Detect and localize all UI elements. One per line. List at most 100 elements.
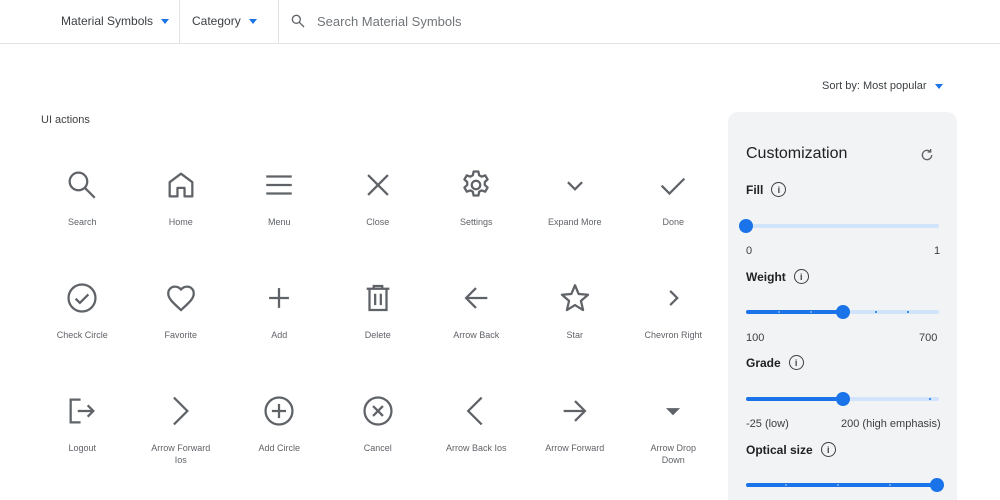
grade-max-label: 200 (high emphasis): [841, 418, 941, 430]
icon-tile-star[interactable]: Star: [526, 273, 625, 386]
divider: [278, 0, 279, 43]
arrow-back-icon: [464, 287, 488, 309]
icon-label: Arrow Back Ios: [445, 443, 507, 453]
slider-tick: [929, 398, 932, 400]
slider-tick: [778, 311, 781, 313]
done-icon: [661, 177, 686, 196]
icon-tile-favorite[interactable]: Favorite: [132, 273, 231, 386]
slider-tick: [906, 311, 909, 313]
check-circle-icon: [67, 283, 97, 313]
icon-tile-add[interactable]: Add: [230, 273, 329, 386]
icon-tile-arrow-forward-ios[interactable]: Arrow Forward Ios: [132, 386, 231, 499]
grade-slider-thumb[interactable]: [835, 392, 850, 406]
arrow-back-ios-icon: [466, 396, 483, 426]
icon-label: Arrow Forward: [545, 443, 605, 453]
icon-label: Close: [366, 217, 390, 227]
weight-slider[interactable]: [746, 305, 939, 319]
icon-label: Arrow Drop Down: [650, 443, 696, 465]
grade-min-label: -25 (low): [746, 418, 789, 430]
category-dropdown[interactable]: Category: [192, 0, 257, 42]
optical-size-slider[interactable]: [746, 478, 945, 492]
star-icon: [560, 284, 589, 312]
icon-label: Cancel: [363, 443, 392, 453]
icon-tile-home[interactable]: Home: [132, 160, 231, 273]
slider-tick: [836, 484, 839, 486]
menu-icon: [266, 175, 292, 195]
reset-icon[interactable]: [919, 147, 935, 163]
sort-dropdown[interactable]: Sort by: Most popular: [822, 80, 943, 92]
settings-icon: [463, 170, 489, 197]
icon-tile-add-circle[interactable]: Add Circle: [230, 386, 329, 499]
icon-tile-arrow-back-ios[interactable]: Arrow Back Ios: [427, 386, 526, 499]
icon-tile-search[interactable]: Search: [33, 160, 132, 273]
search-bar: [290, 0, 790, 42]
font-family-dropdown-label: Material Symbols: [61, 14, 154, 28]
icon-tile-delete[interactable]: Delete: [329, 273, 428, 386]
delete-icon: [366, 284, 390, 312]
icon-tile-close[interactable]: Close: [329, 160, 428, 273]
icon-tile-expand-more[interactable]: Expand More: [526, 160, 625, 273]
optical-size-slider-thumb[interactable]: [930, 478, 945, 492]
optical-size-label: Optical size i: [746, 442, 836, 457]
optical-size-slider-fill: [746, 483, 939, 487]
icon-tile-chevron-right[interactable]: Chevron Right: [624, 273, 723, 386]
fill-slider-thumb[interactable]: [739, 219, 753, 233]
fill-slider[interactable]: [739, 219, 939, 233]
add-circle-icon: [264, 396, 294, 426]
icon-tile-arrow-back[interactable]: Arrow Back: [427, 273, 526, 386]
slider-tick: [888, 484, 891, 486]
icon-label: Star: [566, 330, 583, 340]
icon-label: Delete: [364, 330, 391, 340]
cancel-icon: [363, 396, 393, 426]
icon-label: Add: [271, 330, 288, 340]
home-icon: [168, 172, 194, 198]
arrow-drop-down-icon: [666, 408, 681, 416]
fill-label: Fill i: [746, 182, 787, 197]
arrow-forward-icon: [563, 400, 587, 422]
weight-label: Weight i: [746, 269, 809, 284]
dropdown-caret-icon: [161, 18, 170, 24]
chevron-right-icon: [669, 290, 680, 306]
icon-label: Arrow Forward Ios: [151, 443, 211, 465]
icon-label: Home: [168, 217, 193, 227]
grade-slider-fill: [746, 397, 843, 401]
section-title: UI actions: [41, 114, 90, 126]
weight-max-label: 700: [919, 332, 938, 344]
grade-slider[interactable]: [746, 392, 939, 406]
icon-grid: Search Home Menu Close Settings Expand M…: [33, 160, 723, 499]
icon-tile-done[interactable]: Done: [624, 160, 723, 273]
search-icon: [291, 14, 305, 28]
info-icon[interactable]: i: [820, 442, 836, 457]
icon-tile-settings[interactable]: Settings: [427, 160, 526, 273]
icon-label: Settings: [459, 217, 493, 227]
icon-label: Expand More: [547, 217, 602, 227]
icon-label: Done: [662, 217, 684, 227]
icon-label: Chevron Right: [644, 330, 703, 340]
icon-tile-arrow-drop-down[interactable]: Arrow Drop Down: [624, 386, 723, 499]
panel-title: Customization: [746, 145, 848, 162]
icon-label: Arrow Back: [453, 330, 500, 340]
info-icon[interactable]: i: [788, 355, 804, 370]
optical-size-label-text: Optical size: [746, 442, 813, 457]
weight-slider-fill: [746, 310, 843, 314]
weight-label-text: Weight: [746, 269, 786, 284]
icon-tile-logout[interactable]: Logout: [33, 386, 132, 499]
search-input[interactable]: [317, 13, 717, 29]
icon-label: Check Circle: [56, 330, 108, 340]
icon-tile-cancel[interactable]: Cancel: [329, 386, 428, 499]
icon-label: Menu: [267, 217, 291, 227]
info-icon[interactable]: i: [793, 269, 809, 284]
customization-panel: Customization Fill i 0 1 Weight i 100 70…: [728, 112, 957, 500]
favorite-icon: [166, 285, 195, 312]
fill-min-label: 0: [746, 245, 753, 257]
icon-tile-menu[interactable]: Menu: [230, 160, 329, 273]
icon-tile-arrow-forward[interactable]: Arrow Forward: [526, 386, 625, 499]
slider-tick: [874, 311, 877, 313]
info-icon[interactable]: i: [771, 182, 787, 197]
close-icon: [367, 174, 389, 196]
icon-tile-check-circle[interactable]: Check Circle: [33, 273, 132, 386]
weight-slider-thumb[interactable]: [835, 305, 850, 319]
weight-min-label: 100: [746, 332, 765, 344]
slider-tick: [784, 484, 787, 486]
font-family-dropdown[interactable]: Material Symbols: [61, 0, 170, 42]
